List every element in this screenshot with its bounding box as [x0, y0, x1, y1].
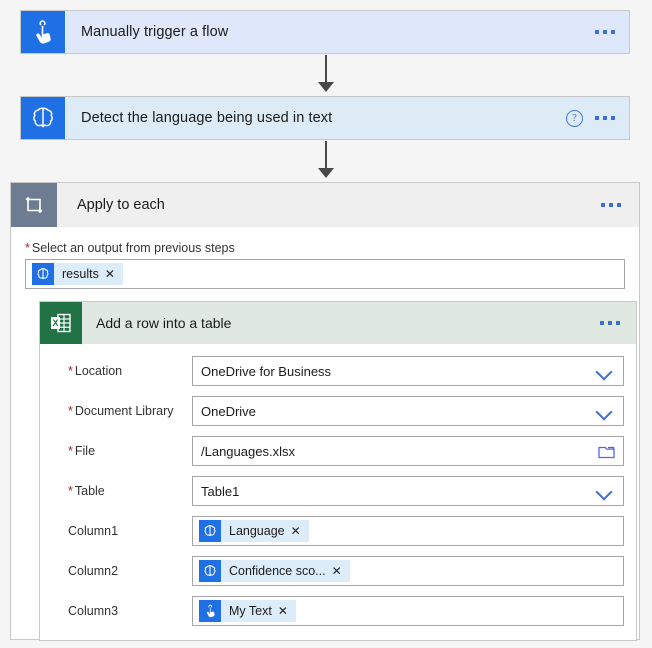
- excel-action-overflow-menu-icon[interactable]: [600, 321, 620, 325]
- excel-icon: X: [40, 302, 82, 344]
- document-library-dropdown[interactable]: OneDrive: [192, 396, 624, 426]
- document-library-value: OneDrive: [201, 403, 256, 419]
- token-remove-icon[interactable]: ✕: [276, 604, 296, 618]
- column2-input[interactable]: Confidence sco... ✕: [192, 556, 624, 586]
- required-asterisk: *: [68, 404, 73, 418]
- token-remove-icon[interactable]: ✕: [330, 564, 350, 578]
- column1-input[interactable]: Language ✕: [192, 516, 624, 546]
- brain-cognitive-services-icon: [21, 97, 65, 139]
- field-label-table: * Table: [52, 484, 192, 498]
- action-card-add-a-row-into-a-table[interactable]: X Add a row into a table * Location OneD…: [39, 301, 637, 641]
- action-detect-title: Detect the language being used in text: [81, 110, 333, 126]
- required-asterisk: *: [25, 241, 30, 255]
- brain-cognitive-services-icon: [199, 520, 221, 542]
- help-icon[interactable]: ?: [566, 109, 583, 127]
- location-value: OneDrive for Business: [201, 363, 332, 379]
- action-detect-card-actions: ?: [566, 97, 629, 139]
- column3-input[interactable]: My Text ✕: [192, 596, 624, 626]
- field-label-document-library: * Document Library: [52, 404, 192, 418]
- field-label-location: * Location: [52, 364, 192, 378]
- scope-overflow-menu-icon[interactable]: [601, 203, 621, 207]
- token-chip-label: My Text: [229, 604, 272, 618]
- field-label-column2: Column2: [68, 564, 119, 578]
- token-chip-label: Language: [229, 524, 285, 538]
- excel-action-card-actions: [600, 302, 636, 344]
- excel-action-body: * Location OneDrive for Business * Documen…: [40, 344, 636, 640]
- tap-hand-icon: [21, 11, 65, 53]
- token-chip-my-text[interactable]: My Text ✕: [199, 600, 296, 622]
- tap-hand-icon: [199, 600, 221, 622]
- required-asterisk: *: [68, 444, 73, 458]
- required-asterisk: *: [68, 484, 73, 498]
- flow-designer-canvas: Manually trigger a flow Detect the langu…: [0, 0, 652, 648]
- scope-apply-to-each[interactable]: Apply to each * Select an output from pre…: [10, 182, 640, 641]
- token-remove-icon[interactable]: ✕: [103, 267, 123, 281]
- field-row-document-library: * Document Library OneDrive: [52, 396, 624, 426]
- required-asterisk: *: [68, 364, 73, 378]
- trigger-card-actions: [595, 11, 629, 53]
- file-value: /Languages.xlsx: [201, 443, 295, 459]
- scope-title: Apply to each: [77, 197, 165, 213]
- trigger-title: Manually trigger a flow: [81, 24, 229, 40]
- field-row-column3: Column3 My Text ✕: [52, 596, 624, 626]
- field-label-file: * File: [52, 444, 192, 458]
- field-row-column2: Column2 Confidence sco... ✕: [52, 556, 624, 586]
- connector-line-1: [325, 55, 327, 85]
- svg-text:X: X: [52, 318, 58, 328]
- scope-body: * Select an output from previous steps re…: [11, 227, 639, 641]
- field-label-column1: Column1: [68, 524, 119, 538]
- connector-arrow-1: [318, 82, 334, 92]
- brain-cognitive-services-icon: [32, 263, 54, 285]
- field-row-location: * Location OneDrive for Business: [52, 356, 624, 386]
- connector-line-2: [325, 141, 327, 171]
- token-chip-label: Confidence sco...: [229, 564, 326, 578]
- folder-icon[interactable]: [598, 444, 615, 459]
- scope-output-label-text: Select an output from previous steps: [31, 241, 235, 255]
- table-dropdown[interactable]: Table1: [192, 476, 624, 506]
- connector-arrow-2: [318, 168, 334, 178]
- chevron-down-icon[interactable]: [597, 364, 611, 378]
- token-chip-results[interactable]: results ✕: [32, 263, 123, 285]
- trigger-card-manually-trigger-a-flow[interactable]: Manually trigger a flow: [20, 10, 630, 54]
- scope-output-field-label: * Select an output from previous steps: [25, 241, 625, 255]
- action-card-detect-language[interactable]: Detect the language being used in text ?: [20, 96, 630, 140]
- field-label-text: Document Library: [74, 404, 174, 418]
- chevron-down-icon[interactable]: [597, 484, 611, 498]
- excel-action-title: Add a row into a table: [96, 315, 232, 331]
- action-detect-overflow-menu-icon[interactable]: [595, 116, 615, 120]
- token-chip-label: results: [62, 267, 99, 281]
- loop-repeat-icon: [11, 183, 57, 227]
- scope-header[interactable]: Apply to each: [11, 183, 639, 227]
- field-row-file: * File /Languages.xlsx: [52, 436, 624, 466]
- field-row-column1: Column1 Language ✕: [52, 516, 624, 546]
- token-chip-confidence-score[interactable]: Confidence sco... ✕: [199, 560, 350, 582]
- excel-action-header[interactable]: X Add a row into a table: [40, 302, 636, 344]
- field-label-text: Location: [74, 364, 123, 378]
- table-value: Table1: [201, 483, 240, 499]
- chevron-down-icon[interactable]: [597, 404, 611, 418]
- location-dropdown[interactable]: OneDrive for Business: [192, 356, 624, 386]
- field-row-table: * Table Table1: [52, 476, 624, 506]
- field-label-text: File: [74, 444, 96, 458]
- field-label-text: Table: [74, 484, 105, 498]
- file-picker-input[interactable]: /Languages.xlsx: [192, 436, 624, 466]
- token-chip-language[interactable]: Language ✕: [199, 520, 309, 542]
- scope-output-input[interactable]: results ✕: [25, 259, 625, 289]
- trigger-overflow-menu-icon[interactable]: [595, 30, 615, 34]
- field-label-column3: Column3: [68, 604, 119, 618]
- brain-cognitive-services-icon: [199, 560, 221, 582]
- token-remove-icon[interactable]: ✕: [289, 524, 309, 538]
- scope-card-actions: [601, 183, 639, 227]
